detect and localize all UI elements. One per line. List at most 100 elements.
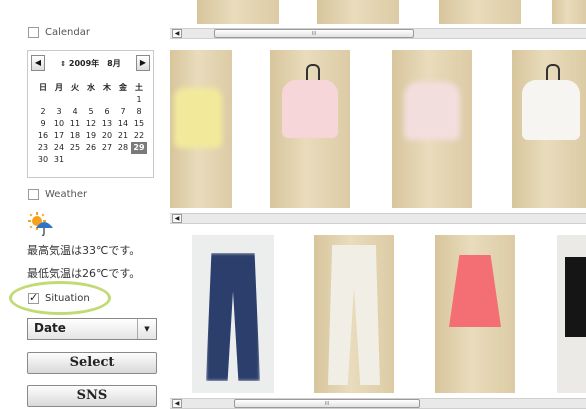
calendar-day[interactable]: 26: [83, 142, 99, 154]
calendar-widget: ◀ ⇕ 2009年 8月 ▶ 日月火水木金土 1 2 3 4 5 6 7 8 9 10 11 12 13…: [27, 50, 154, 178]
scroll-thumb[interactable]: III: [214, 29, 414, 38]
calendar-empty-cell: [83, 154, 99, 166]
calendar-day[interactable]: 2: [35, 106, 51, 118]
sort-select[interactable]: Date ▼: [27, 318, 157, 340]
calendar-week: 1: [35, 94, 149, 106]
calendar-week: 23 24 25 26 27 28 29: [35, 142, 149, 154]
weekday-label: 水: [87, 83, 95, 92]
calendar-label: Calendar: [45, 27, 90, 38]
calendar-empty-cell: [35, 94, 51, 106]
calendar-day[interactable]: 29: [131, 142, 147, 154]
weather-toggle[interactable]: Weather: [28, 189, 87, 200]
gallery-item-top-partial[interactable]: [439, 0, 521, 24]
calendar-day[interactable]: 14: [115, 118, 131, 130]
calendar-day[interactable]: 8: [131, 106, 147, 118]
calendar-empty-cell: [51, 94, 67, 106]
calendar-day[interactable]: 16: [35, 130, 51, 142]
month-spinner-icon[interactable]: ⇕: [60, 60, 66, 68]
calendar-empty-cell: [83, 94, 99, 106]
calendar-day[interactable]: 20: [99, 130, 115, 142]
calendar-day[interactable]: 1: [131, 94, 147, 106]
scroll-left-icon[interactable]: ◀: [172, 214, 182, 223]
calendar-day[interactable]: 10: [51, 118, 67, 130]
weather-label: Weather: [45, 189, 88, 200]
scrollbar-row-1[interactable]: ◀: [170, 213, 586, 224]
min-temperature-text: 最低気温は26℃です。: [27, 267, 141, 280]
calendar-day[interactable]: 17: [51, 130, 67, 142]
calendar-checkbox[interactable]: [28, 27, 39, 38]
calendar-day[interactable]: 11: [67, 118, 83, 130]
calendar-day[interactable]: 25: [67, 142, 83, 154]
calendar-day[interactable]: 22: [131, 130, 147, 142]
scroll-left-icon[interactable]: ◀: [172, 399, 182, 408]
control-panel: Calendar ◀ ⇕ 2009年 8月 ▶ 日月火水木金土 12345678…: [0, 0, 166, 409]
calendar-week: 30 31: [35, 154, 149, 166]
gallery-item-black-skirt[interactable]: [557, 235, 586, 393]
sun-umbrella-icon: [28, 212, 53, 236]
calendar-grid: 日月火水木金土 1 2 3 4 5 6 7 8 9 10 11 12 13 14 15 16 17 18 19 20 2…: [35, 82, 149, 166]
sns-button[interactable]: SNS: [27, 385, 157, 407]
calendar-day[interactable]: 28: [115, 142, 131, 154]
calendar-day[interactable]: 18: [67, 130, 83, 142]
calendar-day[interactable]: 30: [35, 154, 51, 166]
calendar-day[interactable]: 27: [99, 142, 115, 154]
chevron-down-icon[interactable]: ▼: [137, 319, 156, 339]
calendar-empty-cell: [99, 154, 115, 166]
scrollbar-row-0[interactable]: ◀ III: [170, 28, 586, 39]
gallery-item-top-partial[interactable]: [552, 0, 586, 24]
calendar-day[interactable]: 5: [83, 106, 99, 118]
calendar-week: 9 10 11 12 13 14 15: [35, 118, 149, 130]
calendar-day[interactable]: 23: [35, 142, 51, 154]
calendar-empty-cell: [99, 94, 115, 106]
weekday-label: 火: [71, 83, 79, 92]
weekday-header: 日月火水木金土: [35, 82, 149, 94]
calendar-empty-cell: [115, 154, 131, 166]
scroll-left-icon[interactable]: ◀: [172, 29, 182, 38]
calendar-day[interactable]: 13: [99, 118, 115, 130]
calendar-week: 16 17 18 19 20 21 22: [35, 130, 149, 142]
weekday-label: 土: [135, 83, 143, 92]
gallery-item-pink-top[interactable]: [392, 50, 472, 208]
clothing-gallery: ◀ III ◀ ◀ III: [167, 0, 586, 409]
calendar-day[interactable]: 9: [35, 118, 51, 130]
calendar-day[interactable]: 4: [67, 106, 83, 118]
calendar-day[interactable]: 15: [131, 118, 147, 130]
month-selector[interactable]: ⇕ 2009年 8月: [60, 58, 121, 69]
calendar-header: ◀ ⇕ 2009年 8月 ▶: [31, 54, 150, 72]
gallery-item-top-partial[interactable]: [197, 0, 279, 24]
scroll-thumb[interactable]: III: [234, 399, 420, 408]
gallery-item-white-pants[interactable]: [314, 235, 394, 393]
calendar-day[interactable]: 12: [83, 118, 99, 130]
calendar-empty-cell: [67, 154, 83, 166]
weekday-label: 月: [55, 83, 63, 92]
next-month-button[interactable]: ▶: [135, 55, 150, 71]
gallery-item-pink-skirt[interactable]: [435, 235, 515, 393]
prev-month-button[interactable]: ◀: [31, 55, 45, 71]
calendar-day[interactable]: 21: [115, 130, 131, 142]
weekday-label: 木: [103, 83, 111, 92]
gallery-item-white-blouse[interactable]: [512, 50, 586, 208]
calendar-empty-cell: [67, 94, 83, 106]
gallery-item-top-partial[interactable]: [317, 0, 399, 24]
scrollbar-row-2[interactable]: ◀ III: [170, 398, 586, 409]
gallery-item-blue-jeans[interactable]: [192, 235, 274, 393]
calendar-day[interactable]: 19: [83, 130, 99, 142]
highlight-ring: [9, 281, 111, 315]
calendar-day[interactable]: 31: [51, 154, 67, 166]
calendar-day[interactable]: 7: [115, 106, 131, 118]
weather-checkbox[interactable]: [28, 189, 39, 200]
calendar-day[interactable]: 24: [51, 142, 67, 154]
weekday-label: 日: [39, 83, 47, 92]
calendar-empty-cell: [115, 94, 131, 106]
sort-select-value: Date: [34, 321, 66, 335]
calendar-toggle[interactable]: Calendar: [28, 27, 90, 38]
select-button[interactable]: Select: [27, 352, 157, 374]
gallery-item-yellow-top[interactable]: [170, 50, 232, 208]
month-label: 2009年 8月: [68, 58, 121, 68]
calendar-week: 2345678: [35, 106, 149, 118]
calendar-day[interactable]: 3: [51, 106, 67, 118]
max-temperature-text: 最高気温は33℃です。: [27, 244, 141, 257]
calendar-day[interactable]: 6: [99, 106, 115, 118]
weekday-label: 金: [119, 83, 127, 92]
gallery-item-pink-blouse[interactable]: [270, 50, 350, 208]
